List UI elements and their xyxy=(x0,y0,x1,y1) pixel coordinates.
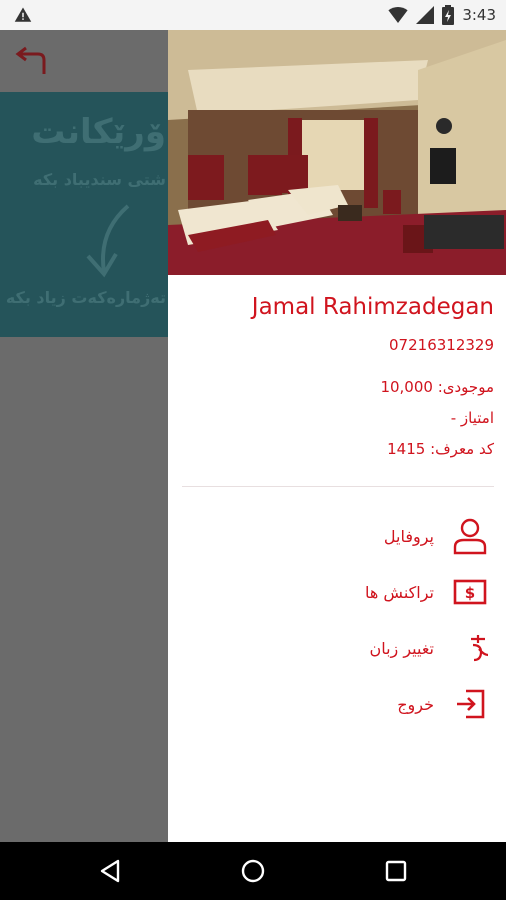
navigation-drawer: Jamal Rahimzadegan 07216312329 موجودی: 1… xyxy=(168,30,506,842)
banner-subtitle: شتی سندیباد بکە xyxy=(33,170,166,189)
banner-cta: تەژمارەکەت زیاد بکە xyxy=(5,288,166,307)
back-arrow-icon[interactable] xyxy=(14,46,48,76)
system-nav-bar xyxy=(0,842,506,900)
menu-item-transactions[interactable]: $ تراکنش ها xyxy=(365,570,490,614)
menu-item-label: تغییر زبان xyxy=(369,638,434,658)
referral-code-text: کد معرف: 1415 xyxy=(387,440,494,458)
user-phone: 07216312329 xyxy=(389,336,494,354)
menu-item-change-language[interactable]: A تغییر زبان xyxy=(369,626,490,670)
points-text: امتیاز - xyxy=(450,409,494,427)
status-bar: 3:43 xyxy=(0,0,506,30)
divider xyxy=(182,486,494,487)
menu-item-label: خروج xyxy=(397,694,434,714)
menu-item-logout[interactable]: خروج xyxy=(397,682,490,726)
balance-text: موجودی: 10,000 xyxy=(380,378,494,396)
user-name: Jamal Rahimzadegan xyxy=(251,294,494,320)
signal-icon xyxy=(416,6,435,24)
menu-item-profile[interactable]: پروفایل xyxy=(384,514,490,558)
clock: 3:43 xyxy=(462,6,496,24)
warning-icon xyxy=(14,7,32,22)
svg-text:A: A xyxy=(451,636,452,663)
wifi-icon xyxy=(388,7,408,23)
recents-icon[interactable] xyxy=(383,858,409,884)
status-icons: 3:43 xyxy=(388,5,496,25)
home-icon[interactable] xyxy=(240,858,266,884)
menu-item-label: تراکنش ها xyxy=(365,582,434,602)
menu-item-label: پروفایل xyxy=(383,526,434,546)
battery-icon xyxy=(442,5,455,25)
drawer-header-image xyxy=(168,30,506,275)
down-arrow-icon xyxy=(86,204,130,278)
banner-title: ۆرێکانت xyxy=(31,112,166,152)
logout-icon xyxy=(450,684,490,724)
translate-icon: A xyxy=(450,628,490,668)
svg-text:$: $ xyxy=(465,584,475,602)
dollar-note-icon: $ xyxy=(450,572,490,612)
back-icon[interactable] xyxy=(98,858,124,884)
user-icon xyxy=(450,516,490,556)
